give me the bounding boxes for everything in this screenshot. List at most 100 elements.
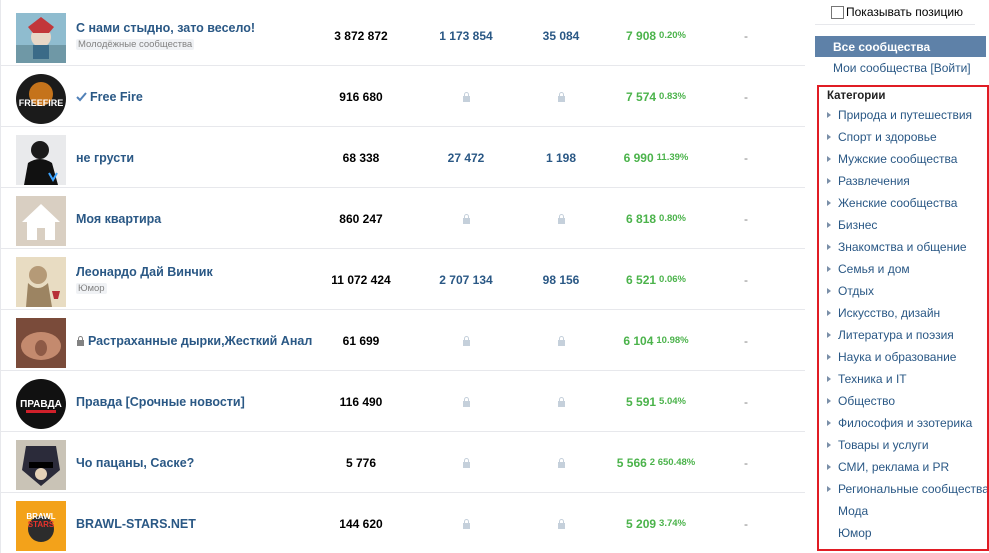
category-label: Техника и IT (838, 372, 907, 386)
views-hidden (521, 493, 601, 553)
category-item[interactable]: Спорт и здоровье (827, 126, 937, 148)
lock-icon (462, 91, 470, 102)
category-label: Философия и эзотерика (838, 416, 973, 430)
category-item[interactable]: Общество (827, 390, 895, 412)
community-avatar[interactable] (16, 257, 66, 307)
members-count: 11 072 424 (331, 272, 391, 287)
expand-triangle-icon (827, 156, 831, 162)
growth-value: 6 818 0.80% (626, 211, 686, 226)
category-item[interactable]: Товары и услуги (827, 434, 929, 456)
category-label: Литература и поэзия (838, 328, 954, 342)
category-item[interactable]: Философия и эзотерика (827, 412, 972, 434)
category-item[interactable]: Техника и IT (827, 368, 907, 390)
table-row[interactable]: Чо пацаны, Саске? 5 776 5 566 2 650.48% - (1, 432, 805, 493)
table-row[interactable]: ПРАВДА Правда [Срочные новости] 116 490 … (1, 371, 805, 432)
extra-value: - (744, 28, 748, 43)
reach-hidden (426, 66, 506, 127)
community-avatar[interactable] (16, 135, 66, 185)
extra-value: - (744, 272, 748, 287)
table-row[interactable]: С нами стыдно, зато весело! Молодёжные с… (1, 5, 805, 66)
community-name[interactable]: Моя квартира (76, 212, 321, 226)
category-item[interactable]: Наука и образование (827, 346, 956, 368)
community-avatar[interactable] (16, 318, 66, 368)
svg-text:ПРАВДА: ПРАВДА (20, 399, 62, 410)
expand-triangle-icon (827, 354, 831, 360)
category-item[interactable]: Знакомства и общение (827, 236, 967, 258)
community-avatar[interactable]: ПРАВДА (16, 379, 66, 429)
lock-icon (557, 457, 565, 468)
category-label: Развлечения (838, 174, 910, 188)
members-count: 116 490 (339, 394, 383, 409)
category-item[interactable]: Бизнес (827, 214, 877, 236)
community-name[interactable]: С нами стыдно, зато весело! (76, 21, 321, 35)
category-item[interactable]: Женские сообщества (827, 192, 957, 214)
table-row[interactable]: не грусти 68 338 27 472 1 198 6 990 11.39… (1, 127, 805, 188)
community-name[interactable]: не грусти (76, 151, 321, 165)
category-item[interactable]: Мода (827, 500, 868, 522)
community-avatar[interactable] (16, 440, 66, 490)
community-name[interactable]: Леонардо Дай Винчик (76, 265, 321, 279)
reach-count[interactable]: 27 472 (426, 127, 506, 188)
reach-count[interactable]: 2 707 134 (426, 249, 506, 310)
category-item[interactable]: Развлечения (827, 170, 910, 192)
table-row[interactable]: Моя квартира 860 247 6 818 0.80% - (1, 188, 805, 249)
table-row[interactable]: BRAWL STARS BRAWL-STARS.NET 144 620 5 209… (1, 493, 805, 553)
growth-value: 5 209 3.74% (626, 516, 686, 531)
expand-triangle-icon (827, 266, 831, 272)
category-item[interactable]: Региональные сообщества (827, 478, 989, 500)
views-hidden (521, 432, 601, 493)
category-item[interactable]: Отдых (827, 280, 874, 302)
lock-icon (462, 457, 470, 468)
extra-value: - (744, 150, 748, 165)
community-name[interactable]: Растраханные дырки,Жесткий Анал (76, 334, 321, 348)
categories-title: Категории (827, 90, 886, 102)
community-avatar[interactable]: BRAWL STARS (16, 501, 66, 551)
members-count: 61 699 (342, 333, 380, 348)
category-item[interactable]: Литература и поэзия (827, 324, 954, 346)
table-row[interactable]: Леонардо Дай Винчик Юмор 11 072 424 2 70… (1, 249, 805, 310)
community-category-tag[interactable]: Юмор (76, 283, 107, 294)
category-item[interactable]: Мужские сообщества (827, 148, 957, 170)
growth-value: 5 566 2 650.48% (616, 455, 696, 470)
lock-icon (462, 396, 470, 407)
expand-triangle-icon (827, 200, 831, 206)
reach-hidden (426, 371, 506, 432)
views-hidden (521, 310, 601, 371)
growth-value: 7 908 0.20% (626, 28, 686, 43)
show-position-toggle[interactable]: Показывать позицию (815, 0, 975, 25)
category-label: Мужские сообщества (838, 152, 958, 166)
expand-triangle-icon (827, 332, 831, 338)
nav-all-communities[interactable]: Все сообщества (815, 36, 986, 57)
svg-text:FREEFIRE: FREEFIRE (19, 98, 64, 108)
community-name[interactable]: Free Fire (76, 90, 321, 104)
category-label: Семья и дом (838, 262, 910, 276)
community-name[interactable]: Правда [Срочные новости] (76, 395, 321, 409)
category-item[interactable]: Искусство, дизайн (827, 302, 940, 324)
lock-icon (557, 396, 565, 407)
category-label: Региональные сообщества (838, 482, 989, 496)
category-item[interactable]: Юмор (827, 522, 872, 544)
expand-triangle-icon (827, 222, 831, 228)
nav-my-communities[interactable]: Мои сообщества [Войти] (815, 57, 986, 78)
community-avatar[interactable] (16, 13, 66, 63)
community-name[interactable]: Чо пацаны, Саске? (76, 456, 321, 470)
community-avatar[interactable] (16, 196, 66, 246)
category-label: Юмор (838, 526, 872, 540)
show-position-label[interactable]: Показывать позицию (846, 5, 963, 19)
category-item[interactable]: Семья и дом (827, 258, 910, 280)
checkbox[interactable] (831, 5, 844, 19)
category-item[interactable]: Природа и путешествия (827, 104, 972, 126)
category-label: Наука и образование (838, 350, 957, 364)
views-count[interactable]: 98 156 (521, 249, 601, 310)
community-category-tag[interactable]: Молодёжные сообщества (76, 39, 195, 50)
reach-count[interactable]: 1 173 854 (426, 5, 506, 66)
community-avatar[interactable]: FREEFIRE (16, 74, 66, 124)
views-count[interactable]: 1 198 (521, 127, 601, 188)
lock-icon (462, 335, 470, 346)
reach-hidden (426, 310, 506, 371)
community-name[interactable]: BRAWL-STARS.NET (76, 517, 321, 531)
table-row[interactable]: FREEFIRE Free Fire 916 680 7 574 0.83% - (1, 66, 805, 127)
views-count[interactable]: 35 084 (521, 5, 601, 66)
category-item[interactable]: СМИ, реклама и PR (827, 456, 949, 478)
table-row[interactable]: Растраханные дырки,Жесткий Анал 61 699 6… (1, 310, 805, 371)
